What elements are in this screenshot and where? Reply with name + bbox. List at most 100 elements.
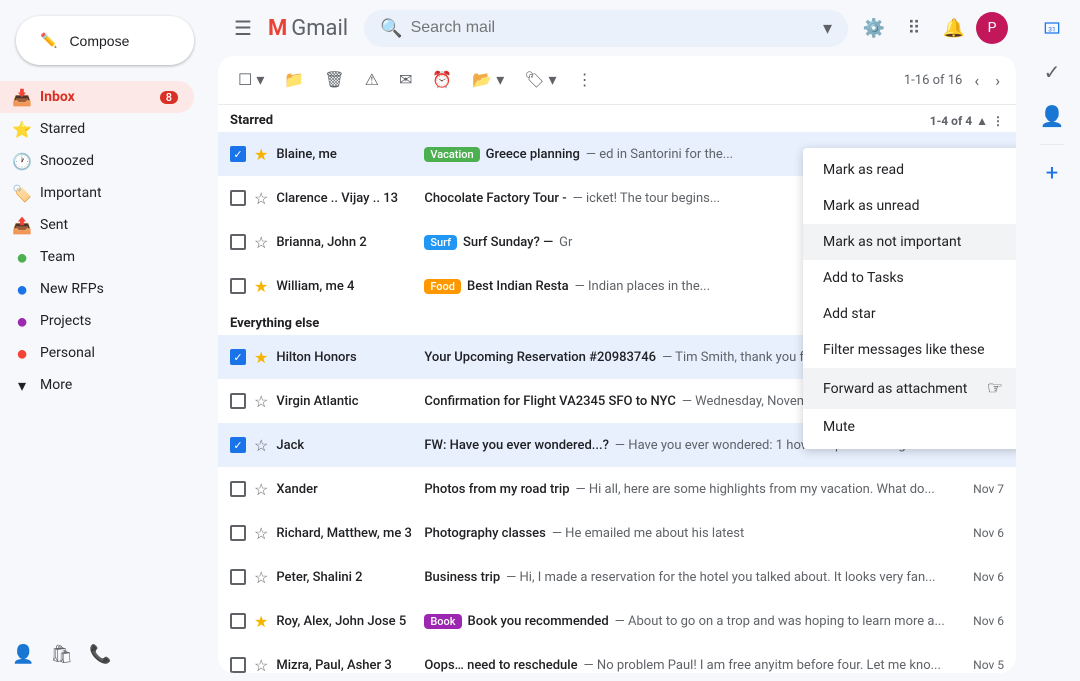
starred-more-icon[interactable]: ⋮: [992, 114, 1004, 128]
context-menu-mark-not-important[interactable]: Mark as not important: [803, 224, 1016, 260]
move-to-button[interactable]: 📂 ▾: [464, 64, 512, 96]
email-preview: — Indian places in the...: [575, 279, 710, 294]
notifications-button[interactable]: 🔔: [936, 10, 972, 46]
sidebar-item-sent[interactable]: 📤 Sent: [0, 209, 194, 241]
email-sender: William, me 4: [276, 279, 416, 294]
search-icon: 🔍: [380, 18, 402, 39]
sidebar-item-snoozed[interactable]: 🕐 Snoozed: [0, 145, 194, 177]
meet-icon[interactable]: 31: [1032, 8, 1072, 48]
email-subject: Chocolate Factory Tour -: [424, 191, 566, 206]
snoozed-icon: 🕐: [12, 152, 32, 171]
email-time: Nov 6: [973, 614, 1004, 628]
email-row[interactable]: ★ Roy, Alex, John Jose 5 Book Book you r…: [218, 599, 1016, 643]
context-menu-mark-unread[interactable]: Mark as unread: [803, 188, 1016, 224]
email-checkbox[interactable]: [230, 657, 246, 673]
context-menu-forward-attachment[interactable]: Forward as attachment ☞: [803, 368, 1016, 409]
add-app-icon[interactable]: +: [1032, 153, 1072, 193]
spam-button[interactable]: ⚠: [357, 64, 387, 96]
star-icon[interactable]: ☆: [254, 436, 268, 455]
tasks-icon[interactable]: ✓: [1032, 52, 1072, 92]
starred-expand-icon[interactable]: ▲: [976, 114, 988, 128]
archive-button[interactable]: 📁: [276, 64, 312, 96]
more-actions-button[interactable]: ⋮: [569, 64, 601, 96]
email-checkbox[interactable]: [230, 278, 246, 294]
snoozed-label: Snoozed: [40, 153, 178, 169]
archive-icon: 📁: [284, 70, 304, 90]
context-menu-filter-messages[interactable]: Filter messages like these: [803, 332, 1016, 368]
select-all-button[interactable]: ☐ ▾: [230, 64, 272, 96]
star-icon[interactable]: ☆: [254, 568, 268, 587]
email-checkbox[interactable]: [230, 569, 246, 585]
email-checkbox[interactable]: [230, 481, 246, 497]
email-row[interactable]: ☆ Richard, Matthew, me 3 Photography cla…: [218, 511, 1016, 555]
apps-button[interactable]: ⠿: [896, 10, 932, 46]
personal-label: Personal: [40, 345, 178, 361]
email-checkbox[interactable]: [230, 234, 246, 250]
avatar[interactable]: P: [976, 12, 1008, 44]
email-checkbox[interactable]: ✓: [230, 349, 246, 365]
email-row[interactable]: ☆ Peter, Shalini 2 Business trip — Hi, I…: [218, 555, 1016, 599]
starred-icon: ⭐: [12, 120, 32, 139]
store-icon[interactable]: 🛍: [50, 644, 73, 665]
email-checkbox[interactable]: ✓: [230, 437, 246, 453]
sidebar: ✏️ Compose 📥 Inbox 8 ⭐ Starred 🕐 Snoozed…: [0, 0, 210, 681]
email-checkbox[interactable]: [230, 393, 246, 409]
mark-button[interactable]: ✉: [391, 64, 420, 96]
email-sender: Jack: [276, 438, 416, 453]
star-icon[interactable]: ☆: [254, 189, 268, 208]
sent-icon: 📤: [12, 216, 32, 235]
snooze-icon: ⏰: [432, 70, 452, 90]
email-checkbox[interactable]: [230, 613, 246, 629]
email-sender: Clarence .. Vijay .. 13: [276, 191, 416, 206]
email-sender: Xander: [276, 482, 416, 497]
manage-account-icon[interactable]: 👤: [12, 644, 34, 665]
context-menu-add-star[interactable]: Add star: [803, 296, 1016, 332]
next-page-button[interactable]: ›: [991, 67, 1004, 94]
sidebar-item-important[interactable]: 🏷️ Important: [0, 177, 194, 209]
email-row[interactable]: ☆ Xander Photos from my road trip — Hi a…: [218, 467, 1016, 511]
sidebar-item-more[interactable]: ▾ More: [0, 369, 194, 401]
context-menu-add-tasks[interactable]: Add to Tasks: [803, 260, 1016, 296]
email-checkbox[interactable]: ✓: [230, 146, 246, 162]
star-icon[interactable]: ★: [254, 612, 268, 631]
sidebar-item-personal[interactable]: ● Personal: [0, 337, 194, 369]
email-checkbox[interactable]: [230, 525, 246, 541]
menu-button[interactable]: ☰: [226, 8, 260, 48]
sidebar-item-starred[interactable]: ⭐ Starred: [0, 113, 194, 145]
star-icon[interactable]: ☆: [254, 233, 268, 252]
star-icon[interactable]: ☆: [254, 392, 268, 411]
email-time: Nov 7: [973, 482, 1004, 496]
sidebar-item-team[interactable]: ● Team: [0, 241, 194, 273]
context-menu-mark-read[interactable]: Mark as read: [803, 152, 1016, 188]
email-tag: Vacation: [424, 147, 479, 162]
search-dropdown-icon[interactable]: ▾: [823, 18, 832, 39]
delete-button[interactable]: 🗑: [316, 64, 352, 96]
header-icons: ⚙️ ⠿ 🔔 P: [856, 10, 1008, 46]
phone-icon[interactable]: 📞: [89, 644, 111, 665]
star-icon[interactable]: ☆: [254, 480, 268, 499]
search-input[interactable]: [411, 19, 815, 37]
star-icon[interactable]: ★: [254, 145, 268, 164]
label-button[interactable]: 🏷 ▾: [516, 64, 564, 96]
sidebar-item-newrfps[interactable]: ● New RFPs: [0, 273, 194, 305]
email-checkbox[interactable]: [230, 190, 246, 206]
personal-dot-icon: ●: [12, 341, 32, 366]
context-menu-mute[interactable]: Mute: [803, 409, 1016, 445]
email-row[interactable]: ☆ Mizra, Paul, Asher 3 Oops… need to res…: [218, 643, 1016, 673]
email-sender: Richard, Matthew, me 3: [276, 526, 416, 541]
star-icon[interactable]: ☆: [254, 524, 268, 543]
more-dots-icon: ⋮: [577, 70, 593, 90]
compose-button[interactable]: ✏️ Compose: [16, 16, 194, 65]
settings-button[interactable]: ⚙️: [856, 10, 892, 46]
star-icon[interactable]: ★: [254, 348, 268, 367]
star-icon[interactable]: ☆: [254, 656, 268, 674]
spam-icon: ⚠: [365, 70, 379, 90]
snooze-button[interactable]: ⏰: [424, 64, 460, 96]
email-preview: — About to go on a trop and was hoping t…: [615, 614, 945, 629]
sidebar-item-inbox[interactable]: 📥 Inbox 8: [0, 81, 194, 113]
email-preview: — He emailed me about his latest: [552, 526, 744, 541]
sidebar-item-projects[interactable]: ● Projects: [0, 305, 194, 337]
star-icon[interactable]: ★: [254, 277, 268, 296]
prev-page-button[interactable]: ‹: [970, 67, 983, 94]
contacts-icon[interactable]: 👤: [1032, 96, 1072, 136]
